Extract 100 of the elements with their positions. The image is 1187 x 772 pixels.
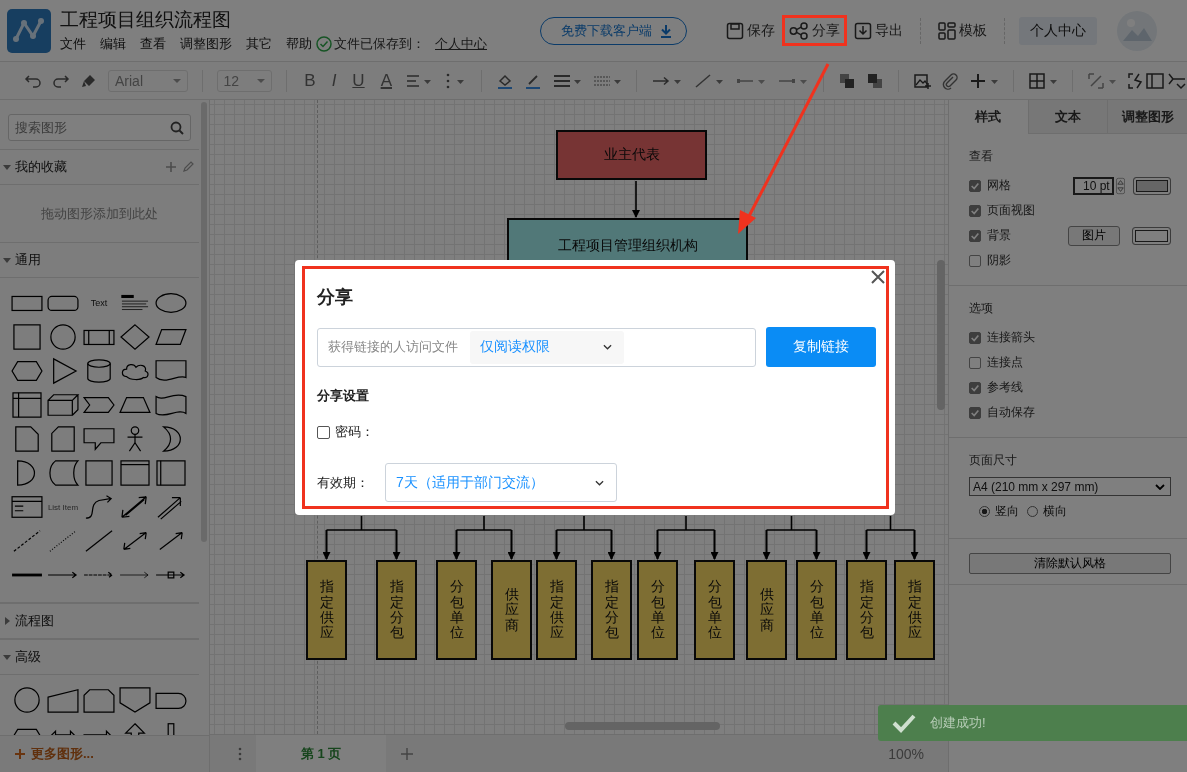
caret-icon[interactable] xyxy=(3,653,11,661)
list-icon[interactable] xyxy=(10,493,44,521)
section-title: 页面尺寸 xyxy=(969,452,1018,469)
menu-item[interactable]: 帮助 xyxy=(286,35,312,53)
menu-item[interactable]: 其它 xyxy=(246,35,272,53)
reset-style-button[interactable]: 清除默认风格 xyxy=(969,553,1171,574)
menu-item[interactable]: 编辑 xyxy=(100,35,126,53)
off-page-icon[interactable] xyxy=(118,686,152,714)
square-icon[interactable] xyxy=(82,459,116,487)
line-icon[interactable] xyxy=(693,71,725,90)
spinner-icon[interactable] xyxy=(1115,176,1125,195)
chevron-down-icon xyxy=(603,344,612,350)
toolbar-action[interactable]: 保存 xyxy=(719,15,782,46)
format-button[interactable]: U xyxy=(349,70,368,91)
diagram-node[interactable]: 分包单位 xyxy=(436,560,477,660)
checkbox[interactable] xyxy=(317,425,330,439)
callout-icon[interactable] xyxy=(82,425,116,453)
scrollbar[interactable] xyxy=(937,260,945,410)
manual-input-icon[interactable] xyxy=(46,686,80,714)
checkbox[interactable] xyxy=(969,254,981,267)
checkbox[interactable] xyxy=(969,381,981,394)
diagram-node[interactable]: 业主代表 xyxy=(556,130,707,180)
diagram-node[interactable]: 分包单位 xyxy=(637,560,678,660)
caret-icon[interactable] xyxy=(3,617,11,625)
section-title[interactable]: 高级 xyxy=(15,648,199,666)
fullscreen-icon[interactable] xyxy=(1127,71,1187,90)
internal-storage-icon[interactable] xyxy=(10,391,44,419)
menu-item[interactable]: 查看 xyxy=(140,35,166,53)
page-size-select[interactable]: A4 (210 mm x 297 mm) xyxy=(969,477,1171,496)
edit-style-icon[interactable] xyxy=(1087,71,1117,90)
panel-tab[interactable]: 文本 xyxy=(1027,100,1108,134)
menu-item[interactable]: 文件 xyxy=(60,35,86,53)
search-field[interactable]: 搜索图形 xyxy=(8,114,191,141)
permission-select[interactable]: 仅阅读权限 xyxy=(470,330,624,364)
container-icon[interactable] xyxy=(118,459,152,487)
diagram-node[interactable]: 指定分包 xyxy=(846,560,887,660)
format-button[interactable]: I xyxy=(328,70,340,91)
section-title[interactable]: 通用 xyxy=(15,251,199,269)
checkbox[interactable] xyxy=(969,356,981,369)
grid-size-field[interactable]: 10 pt xyxy=(1073,176,1114,195)
user-center-button[interactable]: 个人中心 xyxy=(1019,16,1097,45)
cube-icon[interactable] xyxy=(46,391,80,419)
panel-tab[interactable]: 调整图形 xyxy=(1107,100,1187,134)
font-select[interactable]: Arial xyxy=(108,69,188,92)
format-button[interactable]: B xyxy=(301,70,319,91)
close-icon[interactable] xyxy=(871,270,885,284)
square-icon[interactable] xyxy=(10,323,44,351)
caret-icon[interactable] xyxy=(3,256,11,264)
checkbox[interactable] xyxy=(969,229,981,242)
text-shape[interactable]: Text xyxy=(90,298,108,308)
settings-title: 分享设置 xyxy=(317,387,370,405)
diagram-node[interactable]: 分包单位 xyxy=(796,560,837,660)
checkbox[interactable] xyxy=(969,204,981,217)
format-button[interactable]: A xyxy=(377,70,395,91)
diagram-node[interactable]: 指定分包 xyxy=(376,560,417,660)
color-swatch[interactable] xyxy=(1132,176,1171,195)
toolbar-action[interactable]: 导出 xyxy=(847,15,910,46)
zoom-level[interactable]: 100% xyxy=(888,745,924,762)
section-title[interactable]: 流程图 xyxy=(15,612,199,630)
diagram-node[interactable]: 供应商 xyxy=(491,560,532,660)
loop-limit-icon[interactable] xyxy=(82,686,116,714)
toolbar-action[interactable]: 模板 xyxy=(931,15,994,46)
diagram-node[interactable]: 供应商 xyxy=(746,560,787,660)
save-location-link[interactable]: 个人中心 xyxy=(435,35,487,53)
font-size-select[interactable]: 12 xyxy=(216,69,273,92)
diagram-node[interactable]: 指定供应 xyxy=(306,560,347,660)
color-swatch[interactable] xyxy=(1132,226,1171,245)
validity-select[interactable]: 7天（适用于部门交流） xyxy=(385,463,617,502)
download-client-button[interactable]: 免费下载客户端 xyxy=(540,16,687,45)
data-storage-icon[interactable] xyxy=(46,459,80,487)
text-shape[interactable]: List Item xyxy=(47,502,79,512)
diagram-node[interactable]: 指定供应 xyxy=(894,560,935,660)
container-icon[interactable] xyxy=(154,459,188,487)
radio-button[interactable] xyxy=(979,505,990,517)
checkbox[interactable] xyxy=(969,179,981,192)
dialog-title: 分享 xyxy=(317,286,354,309)
document-title: 工程项目组织流程图 xyxy=(60,8,232,32)
caret-icon[interactable] xyxy=(3,163,11,171)
toolbar-action[interactable]: 分享 xyxy=(782,15,847,46)
checkbox[interactable] xyxy=(969,406,981,419)
insert-image-icon[interactable] xyxy=(913,71,931,90)
diagram-node[interactable]: 指定分包 xyxy=(591,560,632,660)
radio-button[interactable] xyxy=(1027,505,1038,517)
diamond-icon[interactable] xyxy=(118,323,152,351)
scrollbar[interactable] xyxy=(565,722,720,730)
image-button[interactable]: 图片 xyxy=(1068,225,1121,246)
copy-link-button[interactable]: 复制链接 xyxy=(766,327,876,367)
send-to-back-icon[interactable] xyxy=(866,71,884,90)
table-icon[interactable] xyxy=(1028,71,1058,90)
page-tab[interactable]: 第 1 页 xyxy=(256,735,386,772)
checkbox[interactable] xyxy=(969,331,981,344)
access-field[interactable]: 获得链接的人访问文件 仅阅读权限 xyxy=(317,327,757,367)
more-icon[interactable] xyxy=(238,746,242,761)
section-title[interactable]: 我的收藏 xyxy=(15,158,165,176)
bring-to-front-icon[interactable] xyxy=(838,71,856,90)
diagram-node[interactable]: 分包单位 xyxy=(694,560,735,660)
attachment-icon[interactable] xyxy=(941,71,959,90)
insert-icon[interactable] xyxy=(969,71,999,90)
diagram-node[interactable]: 指定供应 xyxy=(536,560,577,660)
menu-item[interactable]: 调整图形 xyxy=(180,35,232,53)
